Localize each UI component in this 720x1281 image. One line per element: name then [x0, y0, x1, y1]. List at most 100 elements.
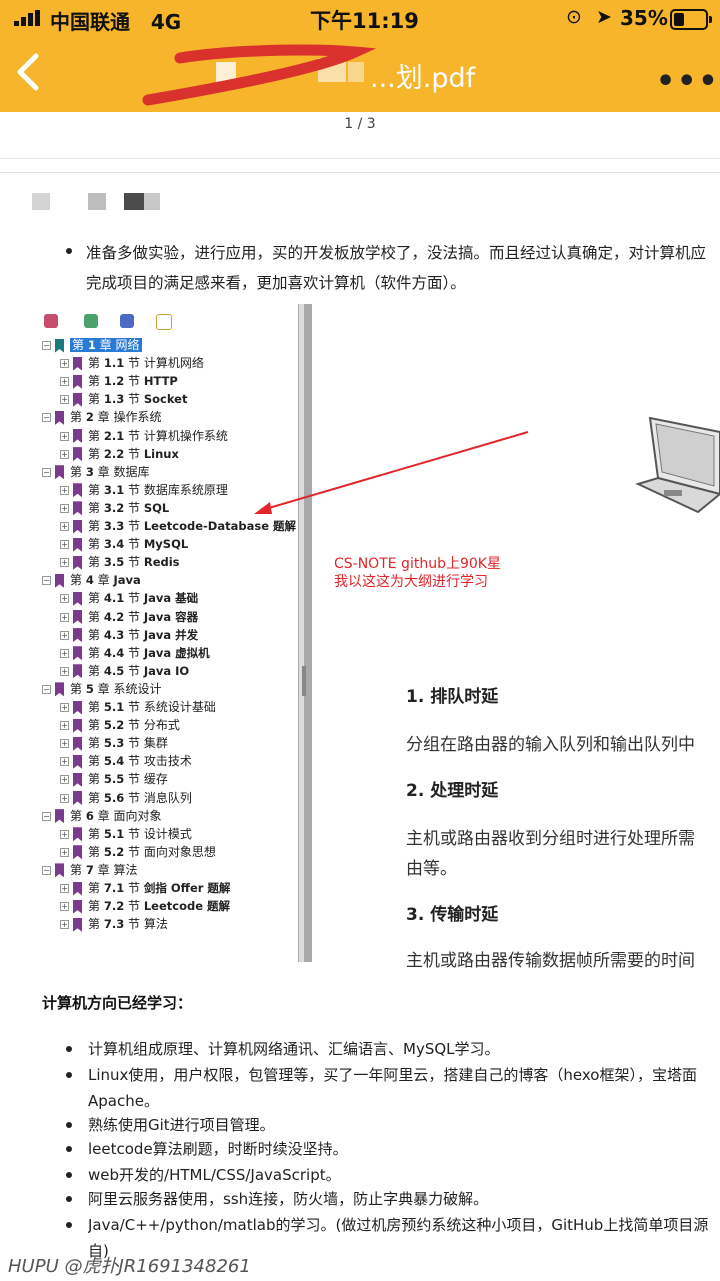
collapse-icon[interactable]: − [42, 341, 51, 350]
expand-icon[interactable]: + [60, 522, 69, 531]
expand-icon[interactable]: + [60, 395, 69, 405]
collapse-icon[interactable]: − [42, 576, 51, 586]
bullet [66, 1172, 72, 1178]
learned-heading: 计算机方向已经学习： [42, 994, 193, 1012]
expand-icon[interactable]: + [60, 920, 69, 930]
expand-icon[interactable]: + [60, 829, 69, 839]
bookmark-icon [73, 664, 82, 679]
bookmark-item[interactable]: + 第 2.1 节 计算机操作系统 [60, 427, 228, 445]
battery-percent: 35% [620, 6, 668, 30]
bookmark-item[interactable]: + 第 1.2 节 HTTP [60, 372, 178, 390]
expand-icon[interactable]: + [60, 630, 69, 640]
bookmark-item[interactable]: + 第 5.1 节 系统设计基础 [60, 698, 216, 716]
bookmark-item[interactable]: + 第 5.2 节 面向对象思想 [60, 843, 216, 861]
bookmark-icon [73, 754, 82, 769]
bookmark-item[interactable]: + 第 2.2 节 Linux [60, 445, 179, 463]
bookmark-item[interactable]: − 第 2 章 操作系统 [42, 408, 162, 426]
bookmark-item[interactable]: + 第 5.2 节 分布式 [60, 716, 180, 734]
expand-icon[interactable]: + [60, 377, 69, 387]
bookmark-item[interactable]: − 第 1 章 网络 [42, 336, 142, 354]
bookmark-icon [73, 591, 82, 606]
bookmark-label: 第 4.4 节 Java 虚拟机 [88, 645, 210, 660]
bookmark-label: 第 3.2 节 SQL [88, 500, 170, 515]
redacted-text [124, 193, 144, 210]
expand-icon[interactable]: + [60, 431, 69, 441]
intro-paragraph: 准备多做实验，进行应用，买的开发板放学校了，没法搞。而且经过认真确定，对计算机应… [86, 244, 707, 292]
collapse-icon[interactable]: − [42, 413, 51, 423]
bookmark-label: 第 5.4 节 攻击技术 [88, 754, 192, 769]
expand-icon[interactable]: + [60, 558, 69, 568]
embedded-screenshot: − 第 1 章 网络 + 第 1.1 节 计算机网络 + 第 1.2 节 HTTP + 第 1… [40, 304, 720, 971]
expand-icon[interactable]: + [60, 739, 69, 749]
bullet [66, 1196, 72, 1202]
back-arrow-icon[interactable] [10, 52, 50, 92]
bookmark-icon [73, 501, 82, 516]
bookmark-label: 第 7.3 节 算法 [88, 917, 168, 932]
section-text: 主机或路由器传输数据帧所需要的时间 [406, 951, 695, 971]
bookmark-icon [73, 845, 82, 860]
bookmark-item[interactable]: − 第 7 章 算法 [42, 861, 138, 879]
expand-icon[interactable]: + [60, 485, 69, 495]
expand-icon[interactable]: + [60, 540, 69, 550]
bookmark-icon [73, 374, 82, 389]
bookmark-item[interactable]: + 第 3.4 节 MySQL [60, 535, 188, 553]
more-options-icon[interactable]: ••• [656, 64, 720, 99]
expand-icon[interactable]: + [60, 648, 69, 658]
expand-icon[interactable]: + [60, 666, 69, 676]
bookmark-icon [73, 555, 82, 570]
bookmark-item[interactable]: + 第 4.1 节 Java 基础 [60, 589, 198, 607]
bookmark-icon [55, 863, 64, 878]
bookmark-label: 第 3 章 数据库 [70, 464, 150, 479]
bookmark-label: 第 2.2 节 Linux [88, 446, 179, 461]
expand-icon[interactable]: + [60, 847, 69, 857]
expand-icon[interactable]: + [60, 721, 69, 731]
expand-icon[interactable]: + [60, 359, 69, 369]
bookmark-item[interactable]: + 第 1.1 节 计算机网络 [60, 354, 204, 372]
bookmark-label: 第 2.1 节 计算机操作系统 [88, 428, 228, 443]
bookmark-item[interactable]: + 第 4.2 节 Java 容器 [60, 608, 198, 626]
bookmark-label: 第 5.1 节 设计模式 [88, 826, 192, 841]
expand-icon[interactable]: + [60, 902, 69, 912]
bullet [66, 1146, 72, 1152]
expand-icon[interactable]: + [60, 612, 69, 622]
bookmark-item[interactable]: − 第 3 章 数据库 [42, 463, 150, 481]
bookmark-item[interactable]: + 第 4.3 节 Java 并发 [60, 626, 198, 644]
expand-icon[interactable]: + [60, 884, 69, 893]
location-icon: ➤ [596, 6, 612, 28]
bookmark-item[interactable]: − 第 4 章 Java [42, 571, 141, 589]
bookmark-item[interactable]: + 第 7.1 节 剑指 Offer 题解 [60, 879, 230, 897]
bookmark-item[interactable]: + 第 3.1 节 数据库系统原理 [60, 481, 228, 499]
bookmark-item[interactable]: + 第 1.3 节 Socket [60, 390, 187, 408]
collapse-icon[interactable]: − [42, 684, 51, 694]
section-heading: 2. 处理时延 [406, 781, 499, 801]
bookmark-item[interactable]: + 第 4.4 节 Java 虚拟机 [60, 644, 210, 662]
bookmark-item[interactable]: + 第 7.3 节 算法 [60, 915, 168, 933]
expand-icon[interactable]: + [60, 703, 69, 712]
bookmark-item[interactable]: + 第 5.4 节 攻击技术 [60, 752, 192, 770]
bookmark-item[interactable]: + 第 4.5 节 Java IO [60, 662, 189, 680]
expand-icon[interactable]: + [60, 793, 69, 803]
expand-icon[interactable]: + [60, 449, 69, 459]
bookmark-item[interactable]: + 第 3.2 节 SQL [60, 499, 169, 517]
bookmark-item[interactable]: + 第 5.6 节 消息队列 [60, 789, 192, 807]
bookmark-label: 第 5.1 节 系统设计基础 [88, 700, 216, 714]
bookmark-label: 第 4.3 节 Java 并发 [88, 627, 199, 642]
bookmark-item[interactable]: + 第 3.5 节 Redis [60, 553, 180, 571]
section-text: 分组在路由器的输入队列和输出队列中 [406, 735, 695, 755]
bookmark-tree: − 第 1 章 网络 + 第 1.1 节 计算机网络 + 第 1.2 节 HTTP + 第 1… [40, 304, 300, 962]
expand-icon[interactable]: + [60, 757, 69, 767]
collapse-icon[interactable]: − [42, 467, 51, 477]
expand-icon[interactable]: + [60, 503, 69, 513]
bookmark-item[interactable]: − 第 6 章 面向对象 [42, 807, 162, 825]
expand-icon[interactable]: + [60, 594, 69, 604]
bookmark-item[interactable]: + 第 5.5 节 缓存 [60, 770, 168, 788]
bookmark-item[interactable]: + 第 5.1 节 设计模式 [60, 825, 192, 843]
bookmark-item[interactable]: + 第 7.2 节 Leetcode 题解 [60, 897, 230, 915]
clock: 下午11:19 [310, 9, 419, 33]
battery-icon [670, 9, 712, 30]
bookmark-item[interactable]: + 第 5.3 节 集群 [60, 734, 168, 752]
collapse-icon[interactable]: − [42, 865, 51, 875]
bookmark-item[interactable]: − 第 5 章 系统设计 [42, 680, 162, 698]
collapse-icon[interactable]: − [42, 811, 51, 821]
expand-icon[interactable]: + [60, 775, 69, 785]
